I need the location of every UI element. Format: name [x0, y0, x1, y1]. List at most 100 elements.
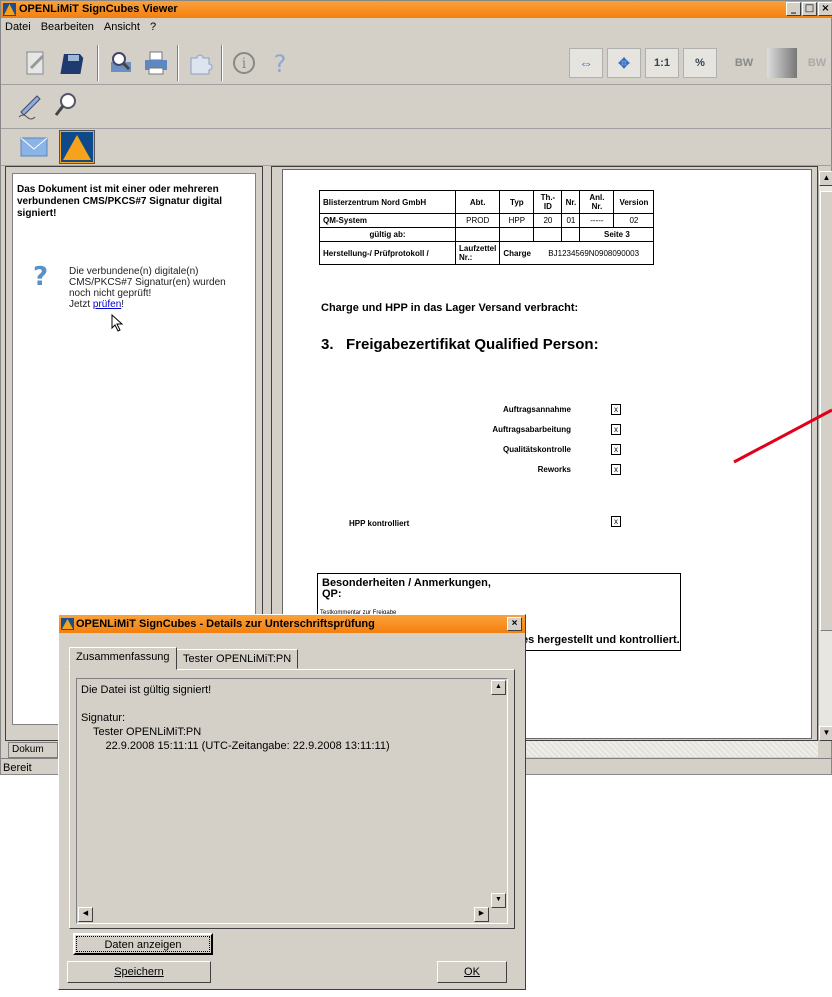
- openlimit-logo-icon: [3, 3, 16, 16]
- sign-button[interactable]: [13, 87, 47, 123]
- save-button[interactable]: [57, 45, 91, 81]
- header-typ-label: Typ: [499, 190, 535, 214]
- header-nr-label: Nr.: [561, 190, 581, 214]
- scroll-down-button[interactable]: ▼: [819, 726, 832, 741]
- tab-summary[interactable]: Zusammenfassung: [69, 647, 177, 670]
- header-version: 02: [613, 213, 655, 228]
- mouse-cursor-icon: [111, 314, 123, 332]
- scroll-down-button[interactable]: ▼: [491, 893, 506, 908]
- question-icon: ?: [33, 262, 49, 292]
- header-nr: 01: [561, 213, 581, 228]
- floppy-disk-icon: [60, 54, 84, 74]
- charge-line: Charge und HPP in das Lager Versand verb…: [321, 302, 579, 314]
- check-label-auftragsabarbeitung: Auftragsabarbeitung: [492, 425, 571, 434]
- show-data-button[interactable]: Daten anzeigen: [73, 933, 213, 955]
- grayscale-slider[interactable]: [767, 48, 797, 78]
- arrow-up-icon: ▲: [822, 173, 831, 182]
- zoom-percent-button[interactable]: %: [683, 48, 717, 78]
- check-prefix: Jetzt: [69, 299, 93, 310]
- fit-width-button[interactable]: ⇔: [569, 48, 603, 78]
- header-abt: PROD: [454, 213, 501, 228]
- header-typ: HPP: [499, 213, 535, 228]
- verify-button[interactable]: [49, 87, 83, 123]
- scroll-up-button[interactable]: ▲: [819, 171, 832, 186]
- printer-icon: [145, 51, 167, 75]
- puzzle-icon: [190, 54, 213, 75]
- svg-text:?: ?: [274, 50, 287, 78]
- summary-horizontal-scrollbar[interactable]: ◀ ▶: [78, 907, 490, 922]
- checkbox-reworks: x: [611, 464, 621, 475]
- actual-size-button[interactable]: 1:1: [645, 48, 679, 78]
- signing-pen-icon: [18, 95, 41, 120]
- arrow-down-icon: ▼: [495, 896, 502, 903]
- check-label-reworks: Reworks: [537, 465, 571, 474]
- header-version-label: Version: [613, 190, 655, 214]
- open-document-icon: [26, 51, 45, 75]
- document-horizontal-scrollbar[interactable]: [511, 741, 818, 757]
- scroll-right-button[interactable]: ▶: [474, 907, 489, 922]
- verify-magnifier-icon: [54, 93, 76, 116]
- info-button[interactable]: i: [227, 45, 261, 81]
- menu-bar: Datei Bearbeiten Ansicht ?: [1, 18, 832, 36]
- tab-signer[interactable]: Tester OPENLiMiT:PN: [176, 649, 299, 669]
- check-signature-link[interactable]: prüfen: [93, 299, 121, 310]
- openlimit-logo-icon: [61, 132, 93, 162]
- header-thid-label: Th.-ID: [533, 190, 563, 214]
- toolbar-separator: [177, 45, 179, 81]
- help-button[interactable]: ?: [263, 45, 297, 81]
- mode-toolbar: [1, 129, 832, 166]
- arrow-left-icon: ◀: [82, 910, 89, 917]
- checkbox-hpp: x: [611, 516, 621, 527]
- section-heading: 3. Freigabezertifikat Qualified Person:: [321, 336, 599, 353]
- ok-button[interactable]: OK: [437, 961, 507, 983]
- menu-bearbeiten[interactable]: Bearbeiten: [41, 18, 94, 36]
- summary-text: Die Datei ist gültig signiert! Signatur:…: [81, 684, 390, 752]
- dialog-title-bar: OPENLiMiT SignCubes - Details zur Unters…: [59, 615, 525, 633]
- remarks-title: Besonderheiten / Anmerkungen, QP:: [322, 577, 491, 600]
- header-thid: 20: [533, 213, 563, 228]
- scroll-up-button[interactable]: ▲: [491, 680, 506, 695]
- menu-datei[interactable]: Datei: [5, 18, 31, 36]
- header-valid: gültig ab:: [319, 227, 456, 242]
- checkbox-auftragsannahme: x: [611, 404, 621, 415]
- header-abt-label: Abt.: [454, 190, 501, 214]
- maximize-button[interactable]: □: [802, 2, 817, 16]
- arrow-down-icon: ▼: [822, 728, 831, 737]
- scroll-thumb[interactable]: [820, 191, 832, 631]
- header-anl: -----: [579, 213, 615, 228]
- check-label-auftragsannahme: Auftragsannahme: [502, 405, 571, 414]
- remarks-tail: es hergestellt und kontrolliert.: [522, 634, 680, 646]
- plugin-button[interactable]: [183, 45, 217, 81]
- magnifier-document-icon: [111, 52, 131, 72]
- summary-vertical-scrollbar[interactable]: ▲ ▼: [491, 680, 506, 908]
- status-text: Bereit: [3, 762, 32, 774]
- fit-page-button[interactable]: ✥: [607, 48, 641, 78]
- envelope-button[interactable]: [19, 131, 49, 163]
- minimize-button[interactable]: _: [786, 2, 801, 16]
- menu-help[interactable]: ?: [150, 18, 156, 36]
- menu-ansicht[interactable]: Ansicht: [104, 18, 140, 36]
- header-charge: Charge: [499, 241, 534, 265]
- summary-text-area[interactable]: Die Datei ist gültig signiert! Signatur:…: [76, 678, 508, 924]
- fit-width-icon: ⇔: [579, 55, 593, 71]
- save-button[interactable]: Speichern: [67, 961, 211, 983]
- print-button[interactable]: [139, 45, 173, 81]
- open-button[interactable]: [19, 45, 53, 81]
- scroll-left-button[interactable]: ◀: [78, 907, 93, 922]
- svg-text:i: i: [242, 56, 247, 72]
- close-button[interactable]: ×: [818, 2, 832, 16]
- summary-pane: Die Datei ist gültig signiert! Signatur:…: [69, 669, 515, 929]
- window-title: OPENLiMiT SignCubes Viewer: [19, 3, 178, 15]
- checkbox-auftragsabarbeitung: x: [611, 424, 621, 435]
- print-preview-button[interactable]: [103, 45, 137, 81]
- ok-button-label: OK: [464, 966, 480, 978]
- black-white-button[interactable]: BW: [721, 48, 767, 78]
- dialog-close-button[interactable]: ×: [507, 617, 522, 631]
- tab-document[interactable]: Dokum: [8, 742, 58, 758]
- openlimit-mode-button[interactable]: [59, 130, 95, 164]
- document-header-table: Blisterzentrum Nord GmbH Abt. Typ Th.-ID…: [319, 190, 655, 265]
- header-page: Seite 3: [579, 227, 655, 242]
- header-laufzettel: Laufzettel Nr.:: [454, 241, 501, 265]
- black-white-inverse-button[interactable]: BW: [801, 48, 832, 78]
- verification-status: Die verbundene(n) digitale(n) CMS/PKCS#7…: [69, 266, 249, 310]
